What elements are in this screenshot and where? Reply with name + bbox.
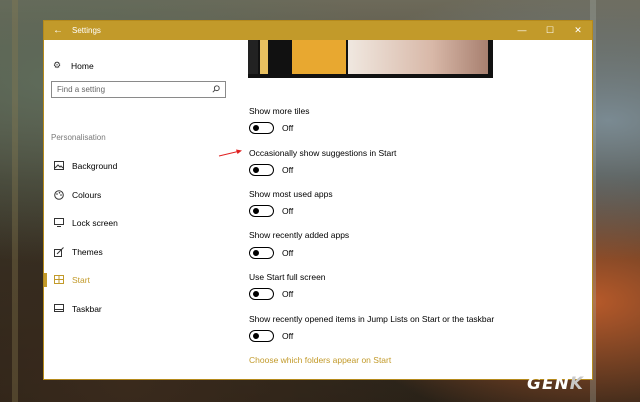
brush-icon <box>54 247 64 257</box>
toggle-state: Off <box>282 248 294 258</box>
window-controls: — ☐ ✕ <box>508 21 592 40</box>
sidebar-item-label: Themes <box>72 247 103 257</box>
sidebar-item-colours[interactable]: Colours <box>44 185 234 205</box>
toggle-switch[interactable] <box>249 247 274 259</box>
toggle-jump-lists[interactable]: Off <box>249 330 293 342</box>
sidebar-item-lock-screen[interactable]: Lock screen <box>44 213 234 233</box>
search-icon <box>212 84 220 95</box>
sidebar-item-label: Colours <box>72 190 102 200</box>
watermark-main: GEN <box>527 374 570 394</box>
setting-label: Use Start full screen <box>249 272 326 282</box>
watermark-tail: K <box>569 374 584 394</box>
toggle-switch[interactable] <box>249 164 274 176</box>
toggle-start-full-screen[interactable]: Off <box>249 288 293 300</box>
toggle-state: Off <box>282 206 294 216</box>
title-bar: ← Settings — ☐ ✕ <box>44 21 592 40</box>
minimize-button[interactable]: — <box>508 21 536 40</box>
toggle-switch[interactable] <box>249 205 274 217</box>
sidebar-item-taskbar[interactable]: Taskbar <box>44 299 234 319</box>
toggle-state: Off <box>282 165 294 175</box>
search-placeholder: Find a setting <box>57 85 106 94</box>
window-title: Settings <box>72 26 101 35</box>
main-content: Show more tiles Off Occasionally show su… <box>248 40 588 380</box>
home-link[interactable]: ⚙ Home <box>53 60 94 71</box>
sidebar-item-background[interactable]: Background <box>44 156 234 176</box>
section-heading: Personalisation <box>51 133 106 142</box>
start-preview-image <box>248 40 493 78</box>
setting-label: Show recently added apps <box>249 230 350 240</box>
toggle-switch[interactable] <box>249 288 274 300</box>
maximize-button[interactable]: ☐ <box>536 21 564 40</box>
gear-icon: ⚙ <box>53 60 62 70</box>
genk-watermark-logo: GENK <box>527 374 584 394</box>
monitor-icon <box>54 218 64 228</box>
close-button[interactable]: ✕ <box>564 21 592 40</box>
sidebar-item-label: Lock screen <box>72 218 118 228</box>
toggle-show-more-tiles[interactable]: Off <box>249 122 293 134</box>
setting-label: Occasionally show suggestions in Start <box>249 148 397 158</box>
sidebar-item-start[interactable]: Start <box>44 270 234 290</box>
search-input[interactable]: Find a setting <box>51 81 226 98</box>
sidebar-item-themes[interactable]: Themes <box>44 242 234 262</box>
sidebar-item-label: Start <box>72 275 90 285</box>
sidebar-item-label: Taskbar <box>72 304 102 314</box>
picture-icon <box>54 161 64 171</box>
sidebar: ⚙ Home Find a setting Personalisation Ba… <box>44 40 234 380</box>
toggle-show-suggestions[interactable]: Off <box>249 164 293 176</box>
toggle-recently-added-apps[interactable]: Off <box>249 247 293 259</box>
toggle-most-used-apps[interactable]: Off <box>249 205 293 217</box>
toggle-state: Off <box>282 289 294 299</box>
toggle-state: Off <box>282 123 294 133</box>
setting-label: Show most used apps <box>249 189 333 199</box>
red-arrow-annotation <box>218 149 242 157</box>
sidebar-item-label: Background <box>72 161 118 171</box>
choose-folders-link[interactable]: Choose which folders appear on Start <box>249 355 391 365</box>
toggle-state: Off <box>282 331 294 341</box>
palette-icon <box>54 190 64 200</box>
background-decor <box>12 0 18 402</box>
settings-window: ← Settings — ☐ ✕ ⚙ Home Find a setting P… <box>43 20 593 380</box>
toggle-switch[interactable] <box>249 122 274 134</box>
setting-label: Show more tiles <box>249 106 310 116</box>
back-arrow-icon[interactable]: ← <box>44 25 72 36</box>
home-label: Home <box>71 60 94 71</box>
setting-label: Show recently opened items in Jump Lists… <box>249 314 495 324</box>
taskbar-icon <box>54 304 64 314</box>
start-grid-icon <box>54 275 64 285</box>
toggle-switch[interactable] <box>249 330 274 342</box>
